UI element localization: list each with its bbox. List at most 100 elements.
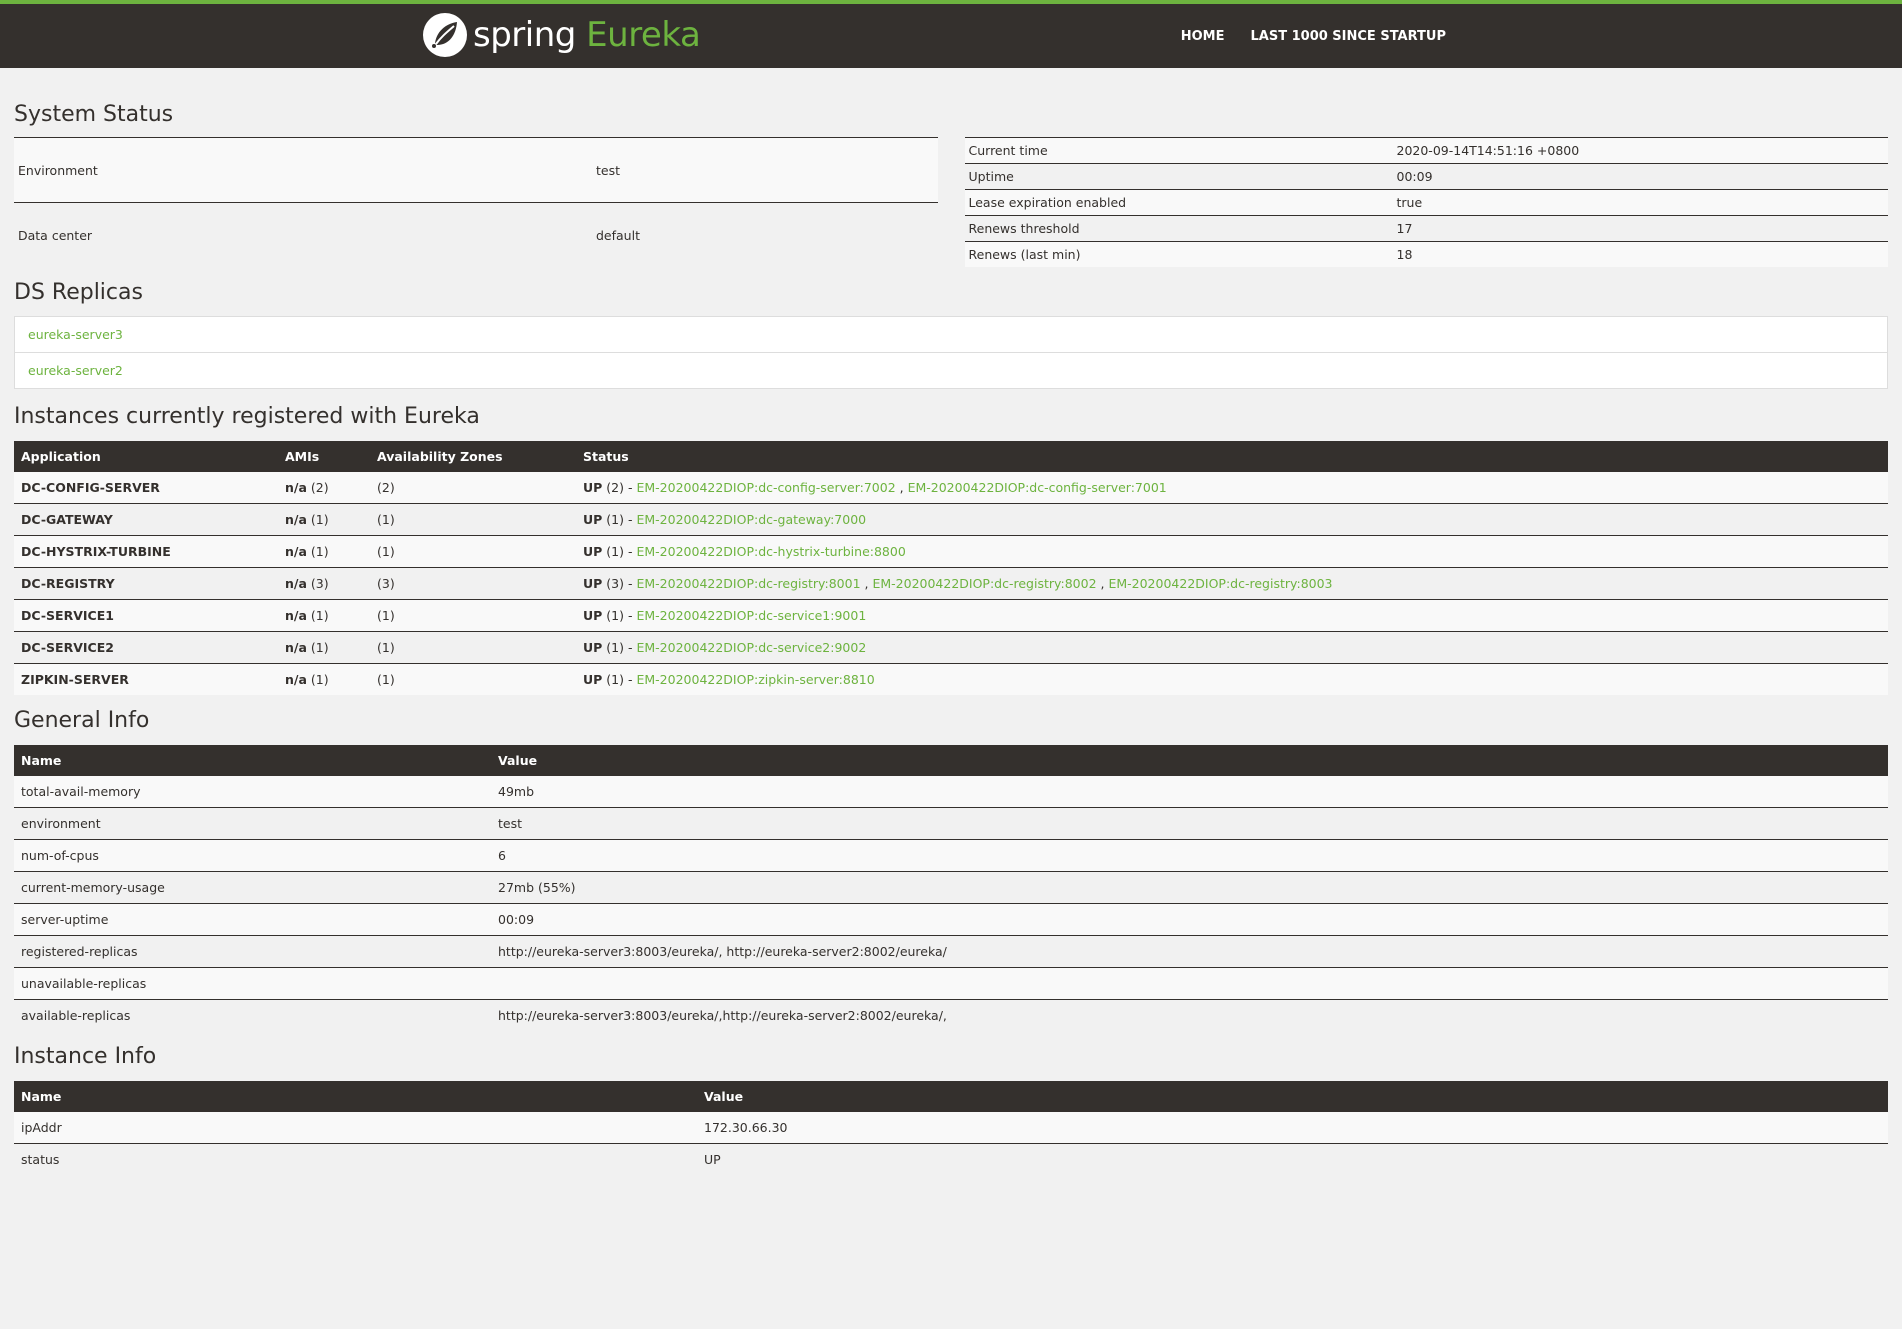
status-value: test [592,136,938,203]
status-value: true [1392,189,1888,216]
col-header-amis: AMIs [278,441,370,472]
info-value: test [491,807,1888,840]
table-header-row: Application AMIs Availability Zones Stat… [14,441,1888,472]
status-up: UP [583,512,603,527]
status-cell: UP (2) - EM-20200422DIOP:dc-config-serve… [576,472,1888,504]
status-cell: UP (1) - EM-20200422DIOP:dc-gateway:7000 [576,503,1888,536]
info-value: 00:09 [491,903,1888,936]
nav-home-link[interactable]: HOME [1181,29,1225,44]
instance-link[interactable]: EM-20200422DIOP:dc-registry:8003 [1108,576,1332,591]
availability-zones: (1) [370,535,576,568]
application-name: DC-GATEWAY [14,503,278,536]
status-key: Renews threshold [964,215,1393,242]
info-name: current-memory-usage [14,871,491,904]
status-value: 18 [1392,241,1888,267]
table-row: status UP [14,1143,1888,1175]
instance-link[interactable]: EM-20200422DIOP:dc-service2:9002 [636,640,866,655]
table-row: DC-HYSTRIX-TURBINE n/a (1) (1) UP (1) - EM-… [14,535,1888,568]
info-value: 49mb [491,776,1888,808]
general-info-table: Name Value total-avail-memory 49mb enviro… [14,745,1888,1031]
table-row: ZIPKIN-SERVER n/a (1) (1) UP (1) - EM-20200… [14,663,1888,695]
amis-count: (1) [310,672,329,687]
status-key: Uptime [964,163,1393,190]
table-row: DC-REGISTRY n/a (3) (3) UP (3) - EM-2020042… [14,567,1888,600]
amis-cell: n/a (1) [278,599,370,632]
instance-link[interactable]: EM-20200422DIOP:dc-service1:9001 [636,608,866,623]
info-name: total-avail-memory [14,776,491,808]
table-row: Renews (last min) 18 [964,241,1888,267]
instance-link[interactable]: EM-20200422DIOP:dc-gateway:7000 [636,512,866,527]
instance-link[interactable]: EM-20200422DIOP:dc-config-server:7001 [908,480,1167,495]
amis-na: n/a [285,672,307,687]
col-header-zones: Availability Zones [370,441,576,472]
availability-zones: (1) [370,503,576,536]
ds-replicas-title: DS Replicas [14,280,143,305]
amis-na: n/a [285,608,307,623]
amis-na: n/a [285,480,307,495]
info-value: UP [697,1143,1888,1175]
info-name: server-uptime [14,903,491,936]
instance-info-table: Name Value ipAddr 172.30.66.30 status UP [14,1081,1888,1175]
table-row: Uptime 00:09 [964,163,1888,190]
amis-na: n/a [285,640,307,655]
instance-link[interactable]: EM-20200422DIOP:dc-registry:8001 [636,576,860,591]
status-value: 17 [1392,215,1888,242]
status-key: Renews (last min) [964,241,1393,267]
brand-logo[interactable]: spring Eureka [423,13,701,57]
instance-link[interactable]: EM-20200422DIOP:dc-registry:8002 [872,576,1096,591]
replica-link[interactable]: eureka-server3 [15,317,1887,352]
nav-last-1000-link[interactable]: LAST 1000 SINCE STARTUP [1251,29,1447,44]
amis-count: (1) [310,640,329,655]
info-name: num-of-cpus [14,839,491,872]
amis-count: (1) [310,512,329,527]
amis-cell: n/a (1) [278,535,370,568]
table-row: num-of-cpus 6 [14,839,1888,872]
instance-link[interactable]: EM-20200422DIOP:zipkin-server:8810 [636,672,874,687]
instances-body: DC-CONFIG-SERVER n/a (2) (2) UP (2) - EM-20… [14,472,1888,695]
main-content: System Status Environment test Data cente… [0,68,1902,1175]
amis-count: (2) [310,480,329,495]
status-up: UP [583,672,603,687]
info-name: unavailable-replicas [14,967,491,1000]
availability-zones: (1) [370,631,576,664]
table-row: Renews threshold 17 [964,215,1888,242]
status-value: default [592,202,938,267]
table-row: server-uptime 00:09 [14,903,1888,936]
info-value: 6 [491,839,1888,872]
status-cell: UP (1) - EM-20200422DIOP:dc-hystrix-turb… [576,535,1888,568]
status-key: Lease expiration enabled [964,189,1393,216]
status-count: (1) - [606,512,633,527]
info-value [491,967,1888,1000]
table-row: Environment test [14,136,938,203]
amis-count: (1) [310,608,329,623]
info-name: ipAddr [14,1112,697,1144]
status-up: UP [583,640,603,655]
spring-leaf-icon [423,13,467,57]
table-row: available-replicas http://eureka-server3:… [14,999,1888,1031]
col-header-status: Status [576,441,1888,472]
application-name: DC-REGISTRY [14,567,278,600]
replica-link[interactable]: eureka-server2 [15,352,1887,388]
instance-link[interactable]: EM-20200422DIOP:dc-hystrix-turbine:8800 [636,544,905,559]
system-status-left-table: Environment test Data center default [14,136,938,267]
status-key: Current time [964,137,1393,164]
table-row: ipAddr 172.30.66.30 [14,1112,1888,1144]
status-count: (1) - [606,544,633,559]
info-name: registered-replicas [14,935,491,968]
system-status-right-table: Current time 2020-09-14T14:51:16 +0800 Up… [964,137,1888,267]
col-header-name: Name [14,745,491,776]
table-row: Current time 2020-09-14T14:51:16 +0800 [964,137,1888,164]
info-name: environment [14,807,491,840]
instance-link[interactable]: EM-20200422DIOP:dc-config-server:7002 [636,480,895,495]
amis-count: (3) [310,576,329,591]
brand-spring: spring [473,15,576,55]
nav-links: HOME LAST 1000 SINCE STARTUP [1181,4,1446,68]
system-status-tables: Environment test Data center default Curre… [14,136,1888,267]
info-name: available-replicas [14,999,491,1031]
status-up: UP [583,576,603,591]
table-row: environment test [14,807,1888,840]
availability-zones: (1) [370,663,576,695]
table-row: DC-GATEWAY n/a (1) (1) UP (1) - EM-20200422… [14,503,1888,536]
amis-count: (1) [310,544,329,559]
info-value: 172.30.66.30 [697,1112,1888,1144]
